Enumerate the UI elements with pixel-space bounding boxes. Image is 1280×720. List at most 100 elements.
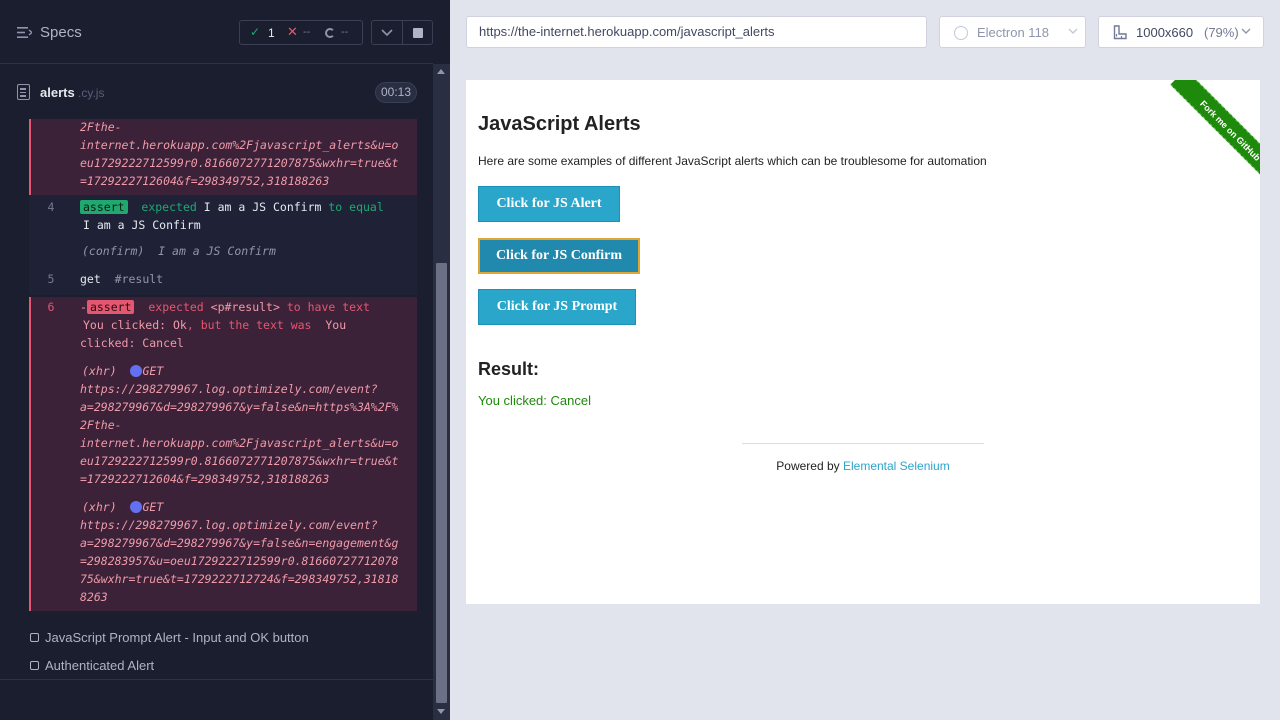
xhr-url-line: eu1729222712599r0.8166072771207875&wxhr=… <box>80 454 399 468</box>
xhr-url-line: internet.herokuapp.com%2Fjavascript_aler… <box>80 436 399 450</box>
xhr-url-line: https://298279967.log.optimizely.com/eve… <box>80 518 378 532</box>
assert-detail-line: You clicked: Ok, but the text was You <box>83 316 346 334</box>
viewport-zoom: (79%) <box>1204 25 1239 40</box>
checkbox-icon <box>30 633 39 642</box>
url-bar[interactable]: https://the-internet.herokuapp.com/javas… <box>466 16 927 48</box>
specs-title[interactable]: Specs <box>40 24 82 41</box>
pending-count: -- <box>341 26 349 38</box>
spec-file-row: alerts .cy.js 00:13 <box>0 65 433 119</box>
check-icon: ✓ <box>250 25 261 39</box>
test-stats: ✓ 1 ✕ -- -- <box>239 20 363 45</box>
xhr-url-line: 75&wxhr=true&t=1729222712724&f=298349752… <box>80 572 399 586</box>
xhr-method: GET <box>142 364 164 378</box>
viewport-selector[interactable]: 1000x660 (79%) <box>1098 16 1264 48</box>
scroll-down-icon[interactable] <box>437 709 445 714</box>
browser-selector[interactable]: Electron 118 <box>939 16 1086 48</box>
log-entry-get[interactable]: 5 get #result <box>29 267 417 295</box>
assert-line: assert expected I am a JS Confirm to equ… <box>80 198 384 216</box>
js-confirm-button[interactable]: Click for JS Confirm <box>478 238 640 274</box>
run-timer: 00:13 <box>375 82 417 103</box>
ruler-icon <box>1113 25 1127 40</box>
log-scrollbar[interactable] <box>433 64 450 720</box>
step-number: 6 <box>47 300 55 314</box>
actual-text-cont: clicked: Cancel <box>80 336 184 350</box>
assert-badge: assert <box>80 200 128 214</box>
step-number: 5 <box>47 272 55 286</box>
xhr-url-line: 2Fthe- <box>80 418 122 432</box>
test-label: JavaScript Prompt Alert - Input and OK b… <box>45 630 309 645</box>
test-label: Authenticated Alert <box>45 658 155 673</box>
page-title: JavaScript Alerts <box>478 113 641 135</box>
expected-text: You clicked: Ok <box>83 318 187 332</box>
checkbox-icon <box>30 661 39 670</box>
expected-word: expected <box>148 300 204 314</box>
failed-count: -- <box>303 26 311 38</box>
xhr-url-line: a=298279967&d=298279967&y=false&n=https%… <box>80 400 399 414</box>
scroll-up-icon[interactable] <box>437 69 445 74</box>
app-under-test-frame: Fork me on GitHub JavaScript Alerts Here… <box>466 80 1260 604</box>
test-item-authenticated-alert[interactable]: Authenticated Alert <box>0 652 433 680</box>
confirm-tag: (confirm) <box>82 244 145 258</box>
elemental-selenium-link[interactable]: Elemental Selenium <box>843 459 950 473</box>
expected-word: expected <box>141 200 197 214</box>
specs-header: Specs ✓ 1 ✕ -- -- <box>0 0 433 64</box>
command-log: 2Fthe- internet.herokuapp.com%2Fjavascri… <box>29 119 417 611</box>
assert-dash: - <box>80 300 87 314</box>
browser-label: Electron 118 <box>977 25 1050 40</box>
xhr-method: GET <box>142 500 164 514</box>
actual-text: You <box>325 318 347 332</box>
get-arg: #result <box>114 272 164 286</box>
github-ribbon[interactable]: Fork me on GitHub <box>1170 80 1260 191</box>
result-text: You clicked: Cancel <box>478 393 591 408</box>
assert-line: - assert expected <p#result> to have text <box>80 298 370 316</box>
hamburger-icon[interactable] <box>17 26 32 39</box>
xhr-url-line: =1729222712604&f=298349752,318188263 <box>80 472 330 486</box>
js-prompt-button[interactable]: Click for JS Prompt <box>478 289 636 325</box>
spec-file-name: alerts <box>40 85 75 100</box>
log-entry-assert-failed[interactable]: 6 - assert expected <p#result> to have te… <box>29 297 417 611</box>
xhr-dot-icon <box>130 365 143 377</box>
passed-count: 1 <box>268 26 275 40</box>
viewport-size: 1000x660 <box>1136 25 1194 40</box>
equal-value: I am a JS Confirm <box>83 218 201 232</box>
xhr-url-line: https://298279967.log.optimizely.com/eve… <box>80 382 378 396</box>
test-item-prompt-alert[interactable]: JavaScript Prompt Alert - Input and OK b… <box>0 624 433 652</box>
x-icon: ✕ <box>287 24 298 39</box>
xhr-url-line: a=298279967&d=298279967&y=false&n=engage… <box>80 536 399 550</box>
page-footer: Powered by Elemental Selenium <box>466 459 1260 473</box>
document-icon <box>17 84 30 100</box>
electron-icon <box>954 26 968 40</box>
get-line: get #result <box>80 270 163 288</box>
chevron-down-icon <box>1068 28 1078 34</box>
xhr2-header: (xhr) GET <box>82 498 163 516</box>
log-entry-assert-confirm[interactable]: 4 assert expected I am a JS Confirm to e… <box>29 195 417 267</box>
step-number: 4 <box>47 200 55 214</box>
log-text-line: =1729222712604&f=298349752,318188263 <box>80 174 330 188</box>
log-entry-xhr-tail[interactable]: 2Fthe- internet.herokuapp.com%2Fjavascri… <box>29 119 417 195</box>
runner-panel: Specs ✓ 1 ✕ -- -- alerts .cy.js 00:13 2F… <box>0 0 450 720</box>
expected-value: I am a JS Confirm <box>203 200 322 214</box>
confirm-line: (confirm) I am a JS Confirm <box>82 242 276 260</box>
js-alert-button[interactable]: Click for JS Alert <box>478 186 620 222</box>
xhr-url-line: 8263 <box>80 590 108 604</box>
chevron-down-icon <box>1241 28 1251 34</box>
xhr-url-line: =298283957&u=oeu1729222712599r0.81660727… <box>80 554 399 568</box>
expand-tests-button[interactable] <box>371 20 403 45</box>
xhr-dot-icon <box>130 501 143 513</box>
log-text-line: 2Fthe- <box>80 120 122 134</box>
get-command: get <box>80 272 101 286</box>
stop-button[interactable] <box>403 20 433 45</box>
assert-badge: assert <box>86 300 135 314</box>
spec-file-ext: .cy.js <box>78 86 105 100</box>
confirm-text: I am a JS Confirm <box>158 244 276 258</box>
to-equal: to equal <box>328 200 384 214</box>
scroll-thumb[interactable] <box>436 263 447 703</box>
footer-divider <box>742 443 984 444</box>
to-have-text: to have text <box>286 300 370 314</box>
divider <box>0 679 433 680</box>
log-text-line: internet.herokuapp.com%2Fjavascript_aler… <box>80 138 399 152</box>
page-description: Here are some examples of different Java… <box>478 154 987 168</box>
assert-subject: <p#result> <box>210 300 280 314</box>
chevron-down-icon <box>381 29 393 37</box>
result-heading: Result: <box>478 359 540 379</box>
